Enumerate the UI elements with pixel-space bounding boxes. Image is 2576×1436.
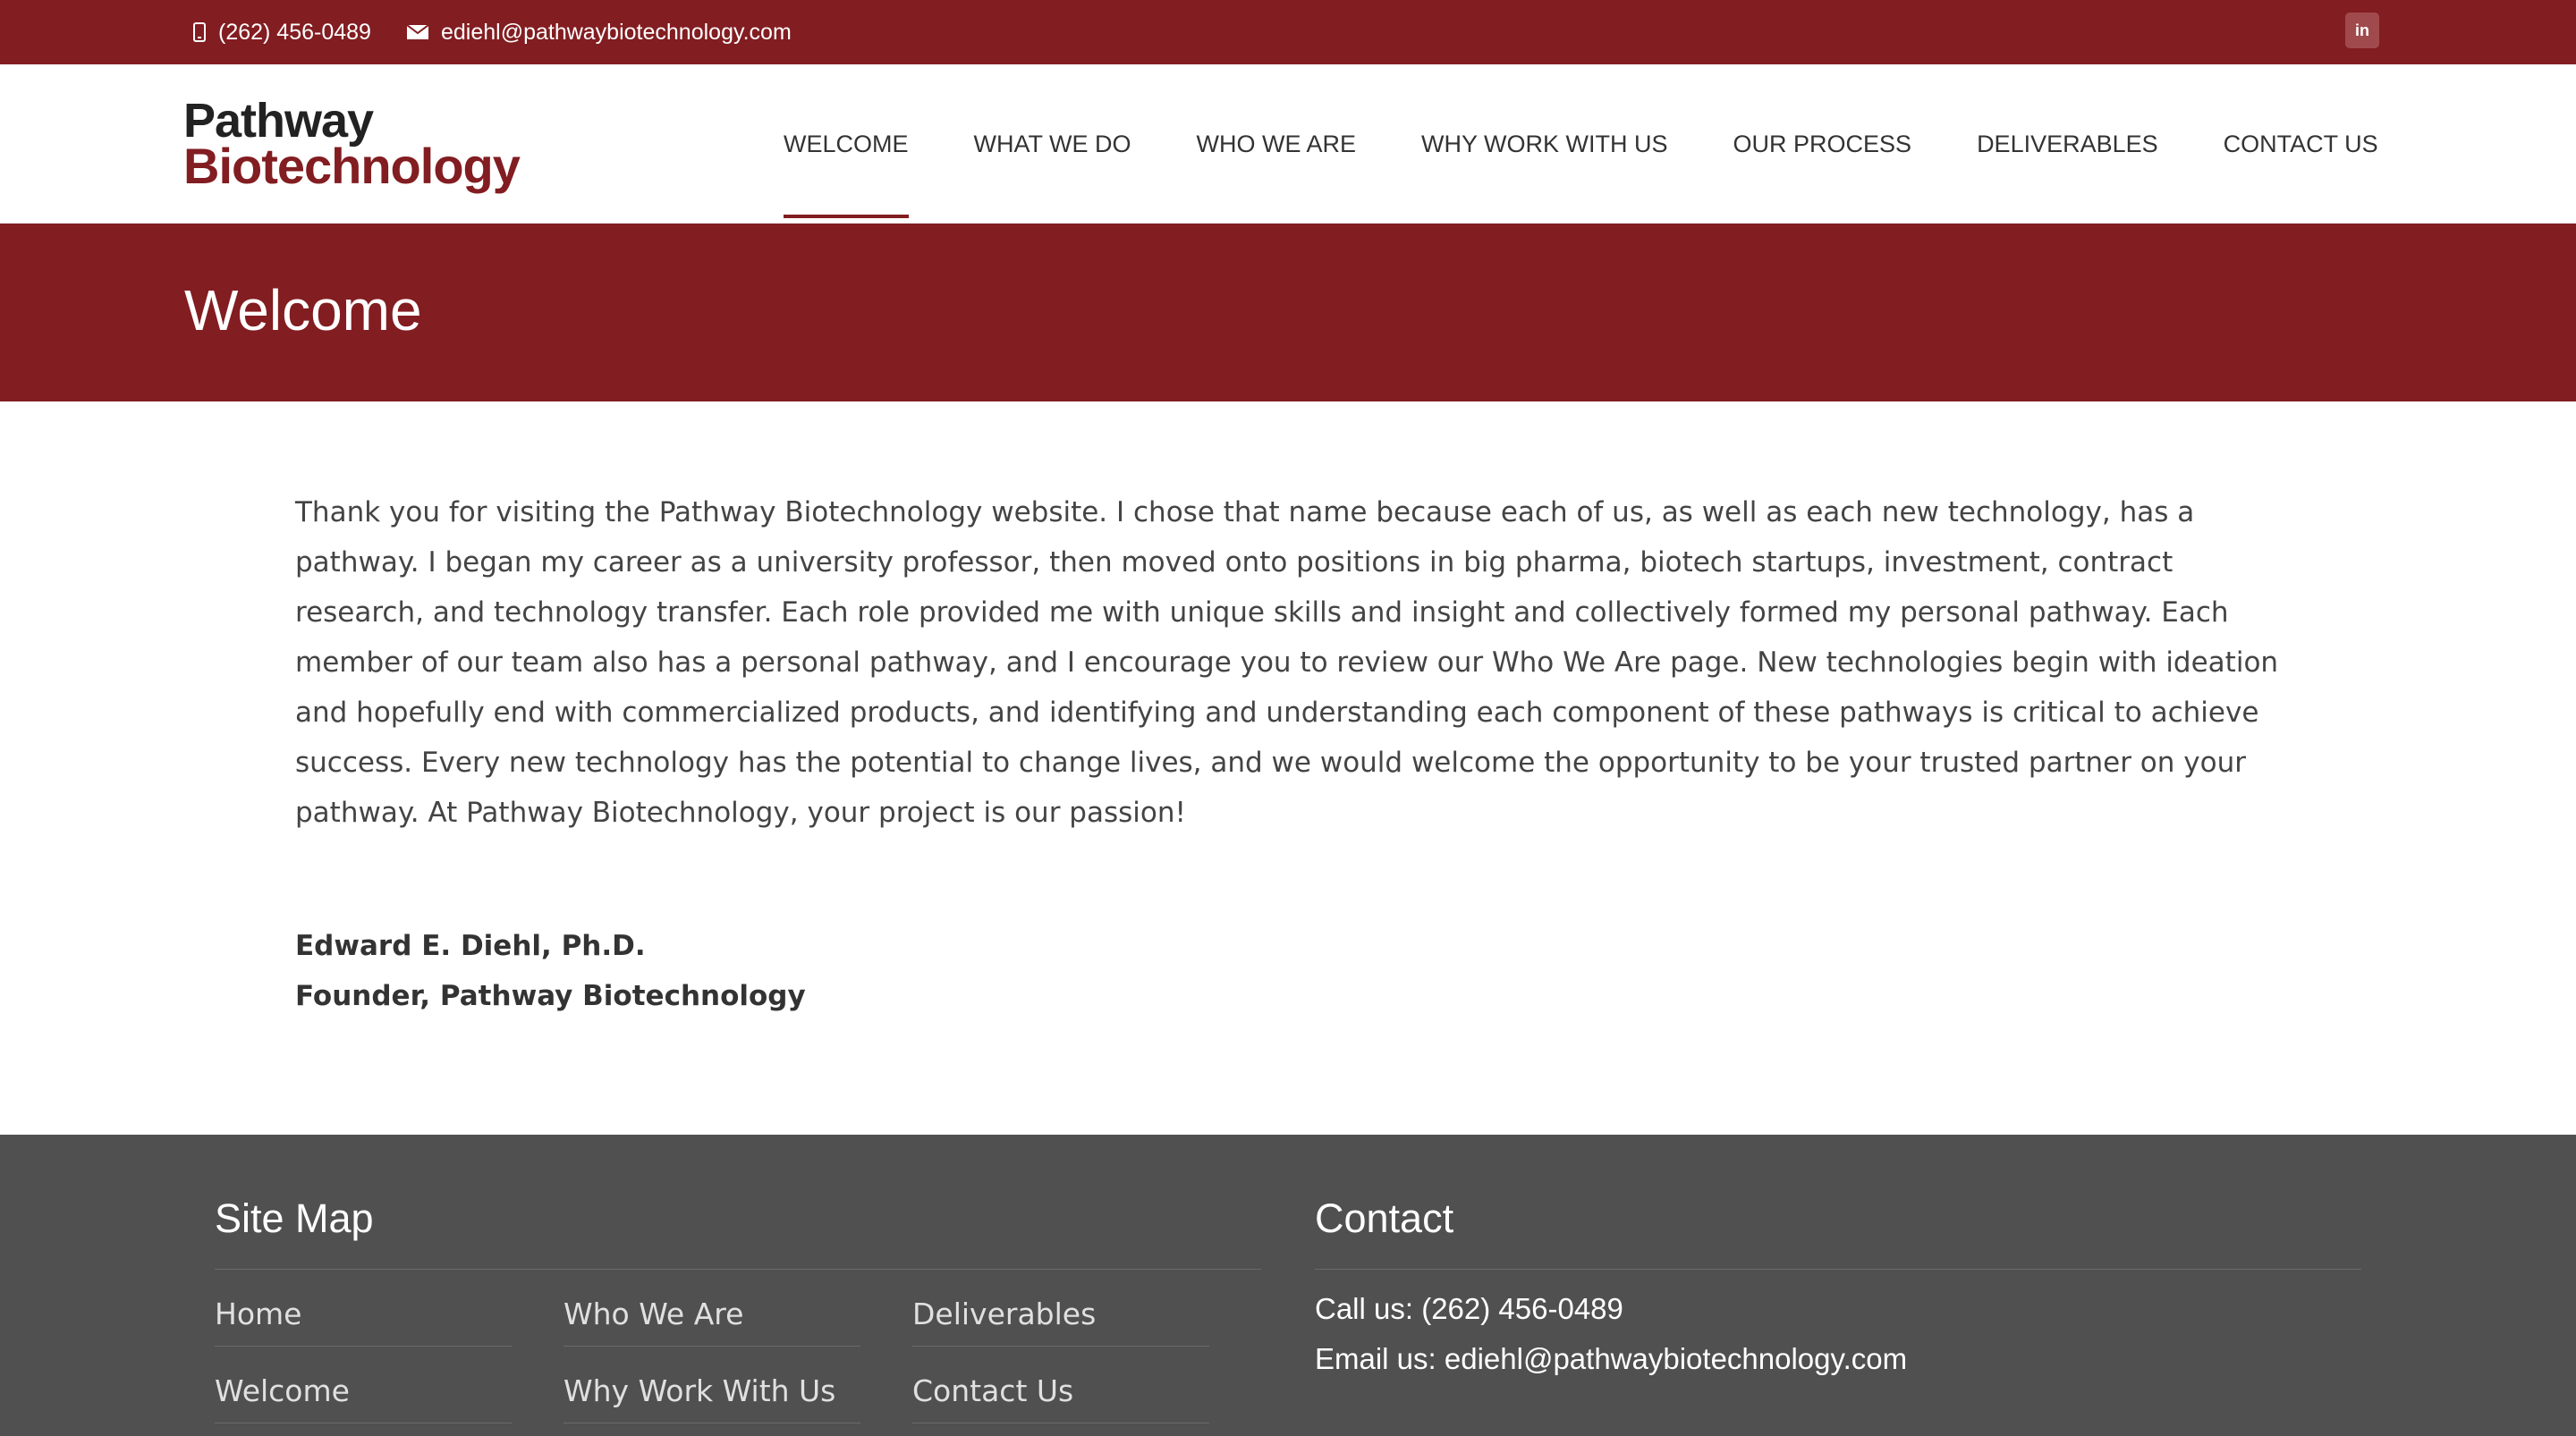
nav-who-we-are[interactable]: WHO WE ARE — [1197, 64, 1357, 224]
top-phone[interactable]: (262) 456-0489 — [193, 20, 371, 46]
sitemap-column: Home Welcome — [215, 1270, 512, 1423]
page-title: Welcome — [184, 278, 422, 342]
phone-icon — [193, 22, 206, 42]
sitemap-link-home[interactable]: Home — [215, 1270, 512, 1347]
footer-email[interactable]: Email us: ediehl@pathwaybiotechnology.co… — [1315, 1334, 2361, 1384]
welcome-content: Thank you for visiting the Pathway Biote… — [295, 487, 2290, 1021]
top-phone-text: (262) 456-0489 — [218, 19, 371, 45]
nav-deliverables[interactable]: DELIVERABLES — [1977, 64, 2158, 224]
sitemap-column: Who We Are Why Work With Us — [564, 1270, 860, 1423]
nav-welcome[interactable]: WELCOME — [784, 64, 909, 224]
contact-divider — [1315, 1269, 2361, 1270]
footer-contact: Contact Call us: (262) 456-0489 Email us… — [1315, 1195, 2361, 1384]
sitemap-link-welcome[interactable]: Welcome — [215, 1347, 512, 1423]
signature-name: Edward E. Diehl, Ph.D. — [295, 930, 646, 962]
linkedin-icon[interactable]: in — [2345, 13, 2379, 48]
top-email[interactable]: ediehl@pathwaybiotechnology.com — [406, 19, 792, 46]
page-banner: Welcome — [0, 224, 2576, 401]
site-header: Pathway Biotechnology WELCOME WHAT WE DO… — [0, 64, 2576, 224]
sitemap-title: Site Map — [215, 1195, 374, 1241]
contact-title: Contact — [1315, 1195, 1454, 1241]
logo-line-2: Biotechnology — [183, 138, 521, 194]
sitemap-link-contact-us[interactable]: Contact Us — [912, 1347, 1209, 1423]
footer-sitemap: Site Map Home Welcome Who We Are Why Wor… — [215, 1195, 1261, 1423]
top-email-text: ediehl@pathwaybiotechnology.com — [440, 19, 792, 45]
main-nav: WELCOME WHAT WE DO WHO WE ARE WHY WORK W… — [784, 64, 2444, 224]
sitemap-link-deliverables[interactable]: Deliverables — [912, 1270, 1209, 1347]
signature-title: Founder, Pathway Biotechnology — [295, 980, 806, 1012]
signature: Edward E. Diehl, Ph.D. Founder, Pathway … — [295, 921, 2290, 1021]
site-footer: Site Map Home Welcome Who We Are Why Wor… — [0, 1135, 2576, 1436]
nav-what-we-do[interactable]: WHAT WE DO — [974, 64, 1131, 224]
footer-phone[interactable]: Call us: (262) 456-0489 — [1315, 1284, 2361, 1334]
sitemap-link-who-we-are[interactable]: Who We Are — [564, 1270, 860, 1347]
site-logo[interactable]: Pathway Biotechnology — [183, 97, 521, 194]
top-bar: (262) 456-0489 ediehl@pathwaybiotechnolo… — [0, 0, 2576, 64]
nav-why-work-with-us[interactable]: WHY WORK WITH US — [1421, 64, 1667, 224]
nav-contact-us[interactable]: CONTACT US — [2224, 64, 2378, 224]
sitemap-column: Deliverables Contact Us — [912, 1270, 1209, 1423]
welcome-text: Thank you for visiting the Pathway Biote… — [295, 496, 2279, 829]
envelope-icon — [406, 25, 428, 39]
nav-our-process[interactable]: OUR PROCESS — [1733, 64, 1912, 224]
sitemap-link-why-work-with-us[interactable]: Why Work With Us — [564, 1347, 860, 1423]
top-contact: (262) 456-0489 ediehl@pathwaybiotechnolo… — [193, 0, 827, 64]
